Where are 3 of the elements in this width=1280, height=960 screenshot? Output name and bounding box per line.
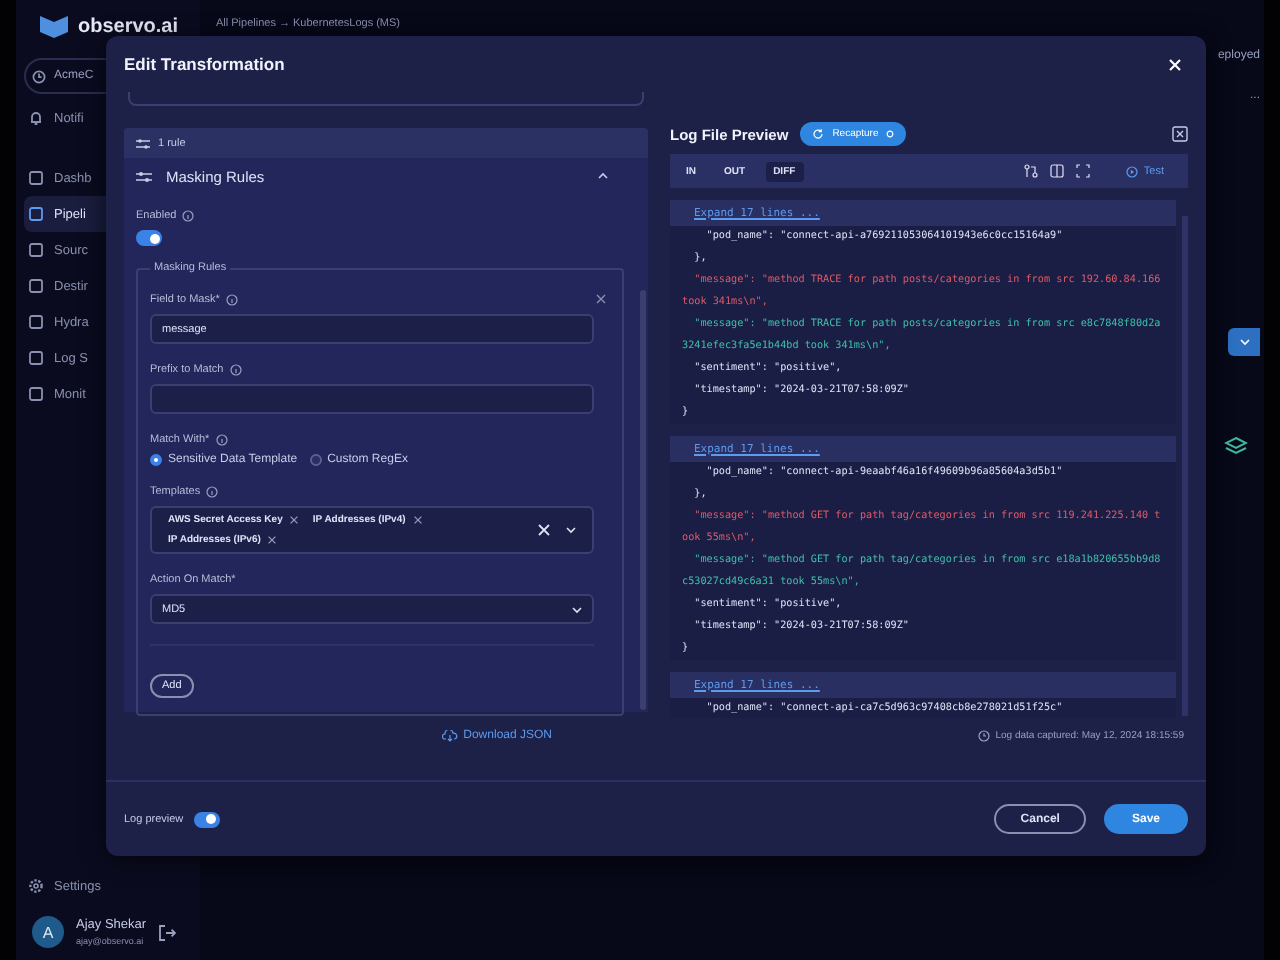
avatar: A bbox=[32, 916, 64, 948]
dialog-title: Edit Transformation bbox=[124, 54, 285, 74]
logo-text: observo.ai bbox=[78, 15, 179, 37]
